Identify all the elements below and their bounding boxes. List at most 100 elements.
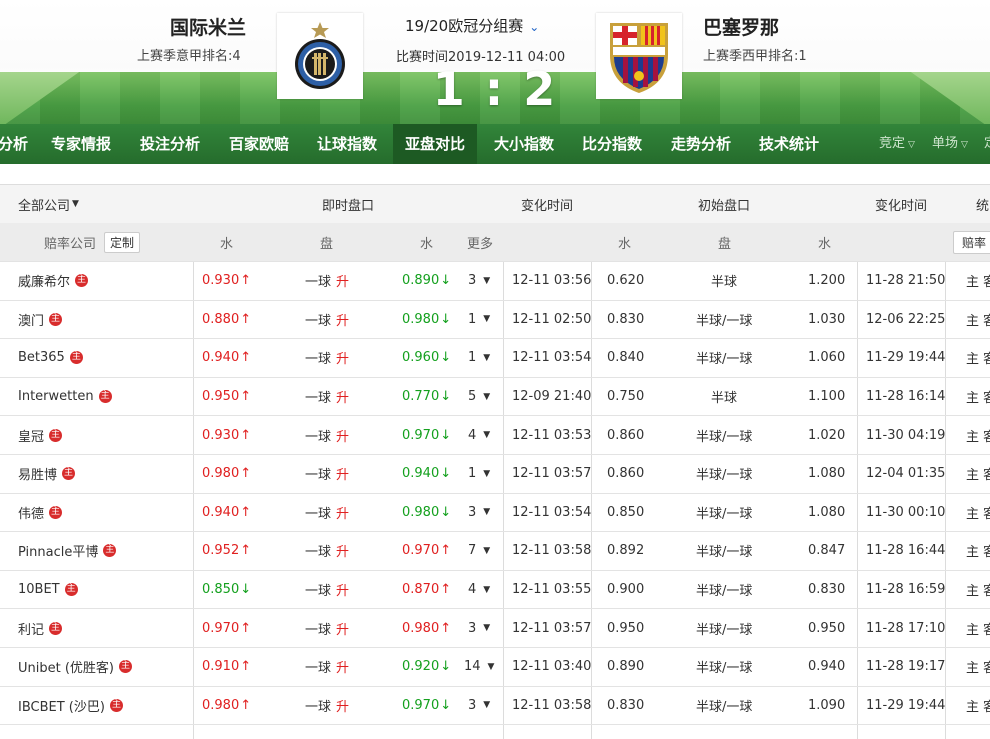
company-cell[interactable]: 易胜博主 (18, 455, 76, 493)
company-cell[interactable]: 威廉希尔主 (18, 262, 89, 300)
table-row: 易胜博主 0.980 ↑ 一球升 0.940 ↓ 1 ▼ 12-11 03:57 0.860 半球/… (0, 455, 990, 494)
tab-euro-odds[interactable]: 百家欧赔 (229, 124, 289, 164)
company-cell[interactable]: Unibet (优胜客) 主 (18, 648, 132, 686)
initial-water-home: 0.620 (607, 273, 645, 289)
arrow-up-icon: ↑ (240, 350, 252, 366)
tab-asian-compare[interactable]: 亚盘对比 (393, 124, 478, 164)
company-filter-dropdown[interactable]: 全部公司 ▼ (18, 185, 79, 223)
live-handicap: 一球升 (305, 571, 349, 609)
home-away-stats-link[interactable]: 主 客 (966, 687, 990, 725)
more-dropdown[interactable]: 1 ▼ (468, 455, 490, 493)
company-cell[interactable]: 利记主 (18, 609, 63, 647)
company-cell[interactable]: 皇冠主 (18, 416, 63, 454)
more-dropdown[interactable]: 3 ▼ (468, 687, 490, 725)
live-water-home: 0.940 ↑ (202, 494, 251, 532)
live-change-time: 12-11 03:53 (512, 427, 592, 443)
handicap-rise-label: 升 (336, 391, 350, 407)
initial-handicap: 半球/一球 (696, 313, 753, 329)
more-count: 3 (468, 504, 477, 520)
select-jingding[interactable]: 竞定 ▽ (879, 124, 915, 164)
barcelona-crest-icon (610, 23, 668, 93)
more-count: 4 (468, 427, 477, 443)
select-more[interactable]: 定 (984, 124, 990, 164)
home-away-stats-link[interactable]: 主 客 (966, 416, 990, 454)
arrow-down-icon: ↓ (440, 273, 452, 289)
company-cell[interactable]: Bet365 主 (18, 339, 83, 377)
away-team-logo[interactable] (596, 13, 682, 99)
home-away-stats-link[interactable]: 主 客 (966, 648, 990, 686)
home-away-stats-link[interactable]: 主 客 (966, 494, 990, 532)
home-away-stats-link[interactable]: 主 客 (966, 571, 990, 609)
arrow-up-icon: ↑ (440, 582, 452, 598)
header-water-4: 水 (818, 236, 832, 252)
more-dropdown[interactable]: 3 ▼ (468, 262, 490, 300)
tab-handicap-index[interactable]: 让球指数 (317, 124, 377, 164)
caret-down-icon: ▼ (483, 623, 491, 634)
tab-expert[interactable]: 专家情报 (51, 124, 111, 164)
live-water-away: 0.970 ↓ (402, 687, 451, 725)
live-change-time: 12-11 03:56 (512, 273, 592, 289)
select-danchang[interactable]: 单场 ▽ (932, 124, 968, 164)
odds-button[interactable]: 赔率 (953, 230, 990, 254)
tab-score-index[interactable]: 比分指数 (582, 124, 642, 164)
home-away-stats-link[interactable]: 主 客 (966, 532, 990, 570)
handicap-rise-label: 升 (336, 313, 350, 329)
handicap-rise-label: 升 (336, 506, 350, 522)
home-away-stats-link[interactable]: 主 客 (966, 262, 990, 300)
more-dropdown[interactable]: 5 ▼ (468, 378, 490, 416)
live-water-away-value: 0.970 (402, 697, 440, 713)
arrow-down-icon: ↓ (440, 311, 452, 327)
live-water-home: 0.980 ↑ (202, 455, 251, 493)
home-team-name[interactable]: 国际米兰 (170, 13, 246, 40)
live-water-away-value: 0.920 (402, 659, 440, 675)
initial-change-time: 11-28 21:50 (866, 273, 946, 289)
tab-trend[interactable]: 走势分析 (671, 124, 731, 164)
live-handicap: 一球升 (305, 532, 349, 570)
company-cell[interactable]: 澳门主 (18, 301, 63, 339)
caret-down-icon: ▼ (483, 545, 491, 556)
company-cell[interactable]: 伟德主 (18, 494, 63, 532)
more-dropdown[interactable]: 1 ▼ (468, 301, 490, 339)
home-team-logo[interactable] (277, 13, 363, 99)
initial-handicap: 半球/一球 (696, 699, 753, 715)
initial-water-away: 0.847 (808, 543, 846, 559)
live-water-home: 0.970 ↑ (202, 609, 251, 647)
company-cell[interactable]: IBCBET (沙巴) 主 (18, 687, 123, 725)
more-dropdown[interactable]: 3 ▼ (468, 494, 490, 532)
live-change-time: 12-11 03:57 (512, 466, 592, 482)
more-dropdown[interactable]: 14 ▼ (464, 648, 494, 686)
live-water-home: 0.880 ↑ (202, 301, 251, 339)
tab-tech-stats[interactable]: 技术统计 (759, 124, 819, 164)
home-away-stats-link[interactable]: 主 客 (966, 339, 990, 377)
more-dropdown[interactable]: 4 ▼ (468, 416, 490, 454)
initial-handicap: 半球 (711, 275, 738, 291)
host-badge-icon: 主 (62, 467, 76, 481)
home-away-stats-link[interactable]: 主 客 (966, 378, 990, 416)
caret-down-icon: ▼ (483, 430, 491, 441)
more-dropdown[interactable]: 4 ▼ (468, 571, 490, 609)
company-cell[interactable]: Interwetten 主 (18, 378, 112, 416)
company-cell[interactable]: 10BET 主 (18, 571, 78, 609)
table-subheader-row: 赔率公司 定制 水 盘 水 更多 水 盘 水 赔率 (0, 223, 990, 262)
home-away-stats-link[interactable]: 主 客 (966, 609, 990, 647)
away-team-name[interactable]: 巴塞罗那 (703, 13, 779, 40)
handicap-rise-label: 升 (336, 545, 350, 561)
league-selector[interactable]: 19/20欧冠分组赛 ⌄ (405, 15, 539, 36)
header-company: 赔率公司 定制 (44, 223, 141, 261)
tab-betting[interactable]: 投注分析 (140, 124, 200, 164)
tab-over-under[interactable]: 大小指数 (494, 124, 554, 164)
more-dropdown[interactable]: 7 ▼ (468, 532, 490, 570)
table-row: 皇冠主 0.930 ↑ 一球升 0.970 ↓ 4 ▼ 12-11 03:53 0.860 半球/一… (0, 416, 990, 455)
customize-button[interactable]: 定制 (104, 231, 141, 253)
more-dropdown[interactable]: 1 ▼ (468, 339, 490, 377)
tab-analysis[interactable]: 分析 (0, 124, 28, 164)
live-handicap: 一球升 (305, 262, 349, 300)
host-badge-icon: 主 (119, 660, 132, 674)
more-dropdown[interactable]: 3 ▼ (468, 609, 490, 647)
company-cell[interactable]: Pinnacle平博主 (18, 532, 117, 570)
home-away-stats-link[interactable]: 主 客 (966, 455, 990, 493)
initial-water-away: 1.020 (808, 427, 846, 443)
initial-water-away: 1.200 (808, 273, 846, 289)
home-away-stats-link[interactable]: 主 客 (966, 301, 990, 339)
company-name: IBCBET (沙巴) (18, 699, 105, 715)
